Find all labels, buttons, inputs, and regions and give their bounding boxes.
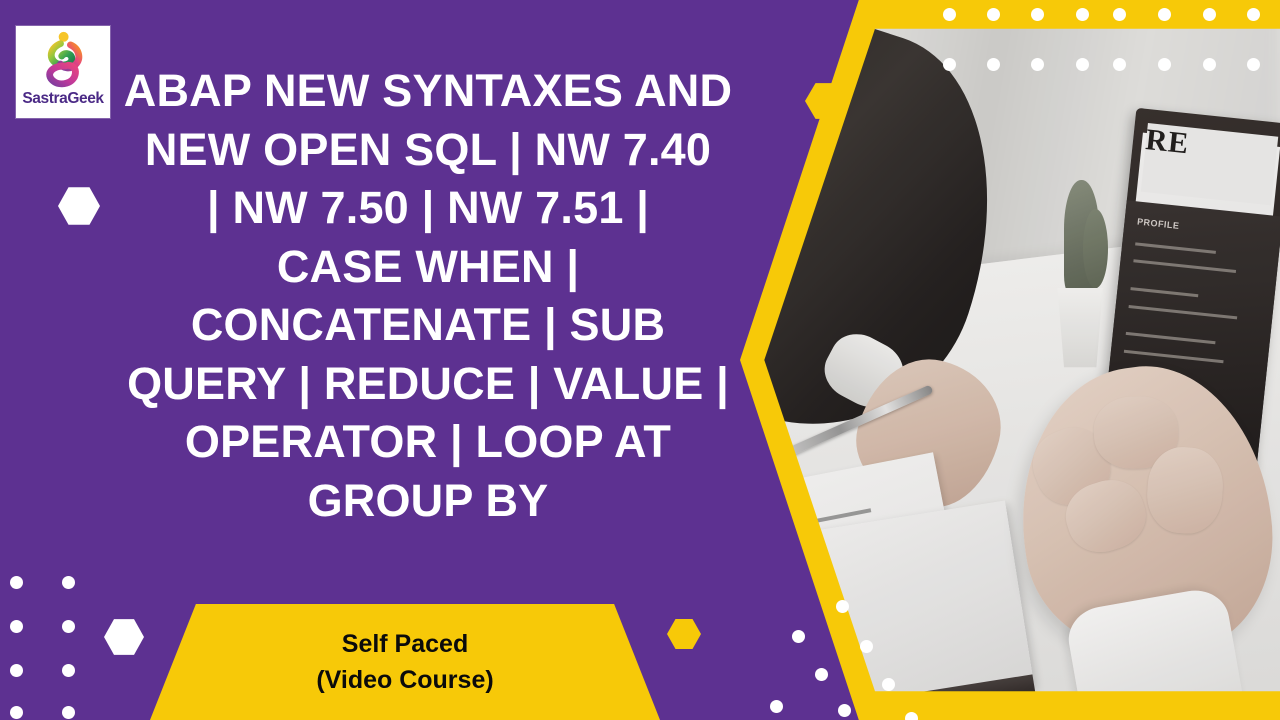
title-line-3: | NW 7.50 | NW 7.51 | [206, 182, 650, 233]
title-line-6: QUERY | REDUCE | VALUE | [127, 357, 729, 409]
sastrageek-logo-icon [46, 31, 83, 88]
title-line-7: OPERATOR | LOOP AT [184, 416, 672, 467]
page-title: ABAP NEW SYNTAXES AND NEW OPEN SQL | NW … [92, 62, 764, 530]
white-hexagon-banner [104, 619, 144, 655]
title-line-1: ABAP NEW SYNTAXES AND [123, 65, 733, 116]
course-format-banner: Self Paced (Video Course) [150, 604, 660, 720]
title-line-2: NEW OPEN SQL | NW 7.40 [144, 123, 712, 175]
course-promo-poster: RE PROFILE SastraGeek ABAP NEW SYNTAXES … [0, 0, 1280, 720]
title-line-4: CASE WHEN | [276, 240, 580, 292]
title-line-8: GROUP BY [307, 474, 549, 526]
banner-line-1: Self Paced [341, 629, 469, 658]
banner-line-2: (Video Course) [316, 666, 494, 694]
title-line-5: CONCATENATE | SUB [190, 299, 666, 350]
yellow-hexagon-banner [667, 618, 701, 650]
